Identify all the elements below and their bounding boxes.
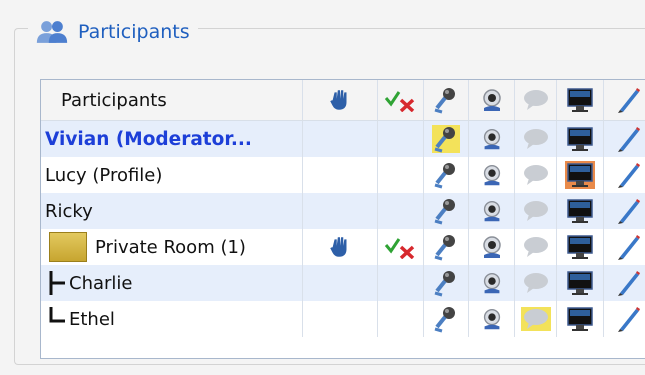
participant-name: Charlie	[69, 272, 133, 294]
room-name-cell[interactable]: Private Room (1)	[41, 229, 303, 265]
screen-share-icon[interactable]	[557, 157, 604, 193]
chat-icon[interactable]	[515, 157, 557, 193]
chat-icon[interactable]	[515, 265, 557, 301]
raise-hand-icon[interactable]	[303, 80, 378, 120]
participant-name-cell[interactable]: Charlie	[41, 265, 303, 301]
group-title: Participants	[78, 21, 190, 43]
microphone-icon[interactable]	[424, 157, 469, 193]
microphone-icon[interactable]	[424, 193, 469, 229]
agree-disagree-icon[interactable]	[378, 80, 424, 120]
agree-disagree-cell[interactable]	[378, 301, 424, 337]
annotation-pen-icon[interactable]	[604, 301, 645, 337]
raise-hand-icon[interactable]	[303, 229, 378, 265]
microphone-icon[interactable]	[424, 229, 469, 265]
agree-disagree-cell[interactable]	[378, 157, 424, 193]
grid-header-row: Participants	[41, 80, 645, 121]
users-icon	[34, 19, 70, 45]
chat-icon[interactable]	[515, 193, 557, 229]
annotation-pen-icon[interactable]	[604, 157, 645, 193]
raise-hand-cell[interactable]	[303, 301, 378, 337]
screen-share-icon[interactable]	[557, 121, 604, 157]
chat-icon[interactable]	[515, 229, 557, 265]
annotation-pen-icon[interactable]	[604, 121, 645, 157]
webcam-icon[interactable]	[469, 157, 515, 193]
raise-hand-cell[interactable]	[303, 265, 378, 301]
agree-disagree-cell[interactable]	[378, 265, 424, 301]
screen-share-icon[interactable]	[557, 301, 604, 337]
annotation-pen-icon[interactable]	[604, 193, 645, 229]
chat-icon[interactable]	[515, 121, 557, 157]
webcam-icon[interactable]	[469, 193, 515, 229]
group-header: Participants	[28, 14, 198, 50]
webcam-icon[interactable]	[469, 80, 515, 120]
participant-name: Ethel	[69, 308, 115, 330]
microphone-icon[interactable]	[424, 121, 469, 157]
participants-grid: Participants Vivian (Moderator... Lucy (…	[40, 79, 645, 359]
participant-name[interactable]: Lucy (Profile)	[41, 157, 303, 193]
tree-end-icon	[45, 307, 67, 331]
table-row[interactable]: Ricky	[41, 193, 645, 229]
participant-name[interactable]: Ricky	[41, 193, 303, 229]
table-row[interactable]: Ethel	[41, 301, 645, 337]
webcam-icon[interactable]	[469, 229, 515, 265]
microphone-icon[interactable]	[424, 265, 469, 301]
annotation-pen-icon[interactable]	[604, 265, 645, 301]
microphone-icon[interactable]	[424, 301, 469, 337]
agree-disagree-cell[interactable]	[378, 193, 424, 229]
room-name: Private Room (1)	[95, 236, 246, 258]
raise-hand-cell[interactable]	[303, 193, 378, 229]
raise-hand-cell[interactable]	[303, 157, 378, 193]
webcam-icon[interactable]	[469, 121, 515, 157]
screen-share-icon[interactable]	[557, 80, 604, 120]
screen-share-icon[interactable]	[557, 265, 604, 301]
table-row[interactable]: Lucy (Profile)	[41, 157, 645, 193]
annotation-pen-icon[interactable]	[604, 229, 645, 265]
table-row[interactable]: Private Room (1)	[41, 229, 645, 265]
microphone-icon[interactable]	[424, 80, 469, 120]
chat-icon[interactable]	[515, 301, 557, 337]
folder-icon	[49, 232, 87, 262]
chat-icon[interactable]	[515, 80, 557, 120]
annotation-pen-icon[interactable]	[604, 80, 645, 120]
screen-share-icon[interactable]	[557, 193, 604, 229]
table-row[interactable]: Vivian (Moderator...	[41, 121, 645, 157]
screen-share-icon[interactable]	[557, 229, 604, 265]
webcam-icon[interactable]	[469, 265, 515, 301]
agree-disagree-cell[interactable]	[378, 121, 424, 157]
tree-branch-icon	[45, 271, 67, 295]
table-row[interactable]: Charlie	[41, 265, 645, 301]
agree-disagree-icon[interactable]	[378, 229, 424, 265]
participant-name[interactable]: Vivian (Moderator...	[41, 121, 303, 157]
column-header-participants[interactable]: Participants	[41, 80, 303, 120]
webcam-icon[interactable]	[469, 301, 515, 337]
raise-hand-cell[interactable]	[303, 121, 378, 157]
participant-name-cell[interactable]: Ethel	[41, 301, 303, 337]
